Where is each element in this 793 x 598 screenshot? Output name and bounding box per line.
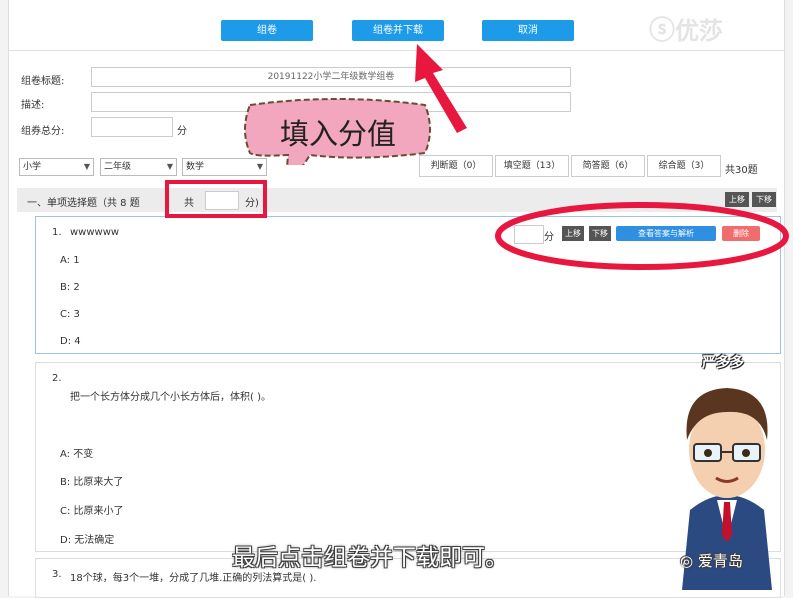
badge-text: 爱青岛: [697, 552, 743, 570]
top-toolbar: 组卷 组卷并下载 取消 ⓢ优莎: [9, 0, 784, 51]
total-score-unit: 分: [177, 126, 187, 137]
q2-option-d: D: 无法确定: [60, 535, 115, 546]
section-title: 一、单项选择题（共 8 题: [27, 198, 140, 209]
q2-number: 2.: [52, 373, 62, 384]
wechat-icon: ◎: [680, 552, 694, 570]
q1-option-b: B: 2: [60, 282, 80, 293]
video-subtitle: 最后点击组卷并下载即可。: [232, 545, 508, 571]
highlight-ellipse: [495, 202, 789, 270]
q1-stem: wwwwww: [70, 227, 120, 238]
q1-option-a: A: 1: [60, 255, 80, 266]
total-score-input[interactable]: [91, 117, 173, 137]
q2-option-c: C: 比原来小了: [60, 506, 124, 517]
tab-short-answer[interactable]: 简答题（6）: [571, 155, 645, 177]
q2-option-b: B: 比原来大了: [60, 477, 124, 488]
compose-button[interactable]: 组卷: [221, 20, 313, 41]
q2-stem: 把一个长方体分成几个小长方体后，体积( )。: [70, 392, 271, 403]
q1-option-c: C: 3: [60, 309, 80, 320]
main-frame: 组卷 组卷并下载 取消 ⓢ优莎 组卷标题: 20191122小学二年级数学组卷 …: [8, 0, 785, 598]
watermark-swirl-icon: ⓢ: [649, 16, 676, 46]
stage-select[interactable]: 小学 ▼: [19, 158, 94, 176]
chevron-down-icon: ▼: [166, 162, 173, 171]
grade-select[interactable]: 二年级 ▼: [100, 158, 177, 176]
q1-number: 1.: [52, 227, 62, 238]
question-card-2: 2. 把一个长方体分成几个小长方体后，体积( )。 A: 不变 B: 比原来大了…: [35, 362, 781, 552]
character-name: 严多多: [702, 355, 744, 371]
desc-label: 描述:: [21, 100, 45, 111]
compose-download-button[interactable]: 组卷并下载: [352, 20, 444, 41]
subject-value: 数学: [186, 162, 205, 172]
highlight-rectangle: [165, 180, 267, 218]
grade-value: 二年级: [104, 162, 132, 172]
q1-option-d: D: 4: [60, 336, 81, 347]
q2-option-a: A: 不变: [60, 449, 94, 460]
tab-fill[interactable]: 填空题（13）: [495, 155, 569, 177]
title-input[interactable]: 20191122小学二年级数学组卷: [91, 67, 571, 87]
total-score-label: 组券总分:: [21, 126, 65, 137]
stage-value: 小学: [23, 162, 42, 172]
title-label: 组卷标题:: [21, 76, 65, 87]
tab-composite[interactable]: 综合题（3）: [647, 155, 721, 177]
watermark-logo: ⓢ优莎: [649, 16, 724, 46]
cancel-button[interactable]: 取消: [482, 20, 574, 41]
callout-text: 填入分值: [280, 117, 397, 151]
total-count: 共30题: [725, 165, 758, 176]
brand-badge: ◎ 爱青岛: [680, 550, 743, 571]
chevron-down-icon: ▼: [83, 162, 90, 171]
q3-number: 3.: [52, 569, 62, 580]
